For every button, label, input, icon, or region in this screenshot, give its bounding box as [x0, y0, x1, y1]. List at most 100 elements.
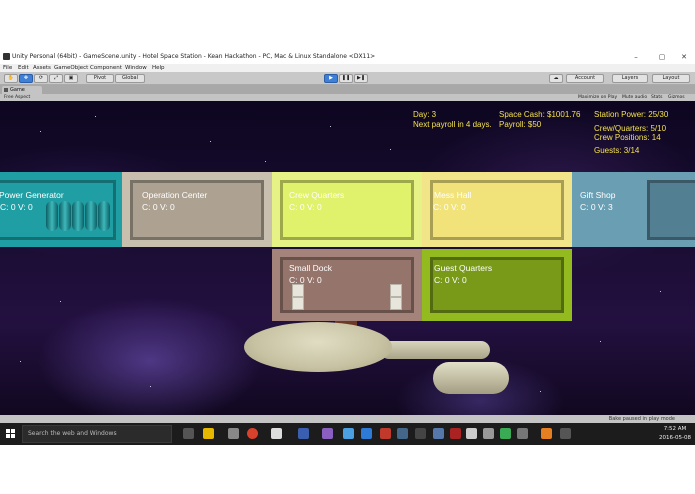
menu-edit[interactable]: Edit — [18, 65, 29, 71]
room-gift-shop[interactable]: Gift Shop C: 0 V: 3 — [572, 172, 695, 247]
status-bar: Bake paused in play mode — [0, 415, 695, 423]
pause-button[interactable]: ❚❚ — [339, 74, 353, 83]
menu-window[interactable]: Window — [125, 65, 147, 71]
window-title: Unity Personal (64bit) - GameScene.unity… — [12, 53, 376, 60]
main-toolbar: ✋ ✥ ⟳ ⤢ ▣ Pivot Global ▶ ❚❚ ▶❚ ☁ Account… — [0, 72, 695, 85]
game-viewport[interactable]: Day: 3 Next payroll in 4 days. Space Cas… — [0, 101, 695, 415]
mute-audio-toggle[interactable]: Mute audio — [622, 95, 647, 100]
store-icon[interactable] — [228, 428, 239, 439]
app-icon[interactable] — [415, 428, 426, 439]
menu-help[interactable]: Help — [152, 65, 165, 71]
room-name: Operation Center — [142, 190, 208, 200]
visual-studio-icon[interactable] — [322, 428, 333, 439]
play-button[interactable]: ▶ — [324, 74, 338, 83]
app-icon[interactable] — [560, 428, 571, 439]
star — [600, 341, 601, 342]
taskbar-date: 2016-05-08 — [659, 435, 691, 441]
menu-file[interactable]: File — [3, 65, 12, 71]
dock-crate — [390, 297, 402, 310]
menu-gameobject[interactable]: GameObject — [54, 65, 88, 71]
calculator-icon[interactable] — [466, 428, 477, 439]
star — [660, 291, 661, 292]
room-guest-quarters[interactable]: Guest Quarters C: 0 V: 0 — [422, 249, 572, 321]
task-view-icon[interactable] — [183, 428, 194, 439]
room-power-generator[interactable]: Power Generator C: 0 V: 0 — [0, 172, 122, 247]
star — [150, 386, 151, 387]
app-icon[interactable] — [380, 428, 391, 439]
layout-dropdown[interactable]: Layout — [652, 74, 690, 83]
app-icon[interactable] — [298, 428, 309, 439]
app-icon[interactable] — [433, 428, 444, 439]
room-name: Guest Quarters — [434, 263, 493, 273]
app-icon[interactable] — [541, 428, 552, 439]
app-icon[interactable] — [343, 428, 354, 439]
gizmos-toggle[interactable]: Gizmos — [668, 95, 685, 100]
hud-crew-quarters: Crew/Quarters: 5/10 — [594, 124, 667, 133]
tab-game[interactable]: Game — [2, 86, 42, 94]
rect-tool-button[interactable]: ▣ — [64, 74, 78, 83]
app-icon[interactable] — [517, 428, 528, 439]
minimize-button[interactable]: – — [625, 52, 647, 62]
steam-icon[interactable] — [397, 428, 408, 439]
game-view-icon — [4, 88, 8, 92]
star — [40, 131, 41, 132]
global-toggle[interactable]: Global — [115, 74, 145, 83]
hud-space-cash: Space Cash: $1001.76 — [499, 110, 581, 119]
settings-gear-icon[interactable] — [483, 428, 494, 439]
step-button[interactable]: ▶❚ — [354, 74, 368, 83]
hand-tool-button[interactable]: ✋ — [4, 74, 18, 83]
app-icon[interactable] — [361, 428, 372, 439]
generator-cylinder — [98, 201, 110, 231]
unity-logo-icon — [3, 53, 10, 60]
file-explorer-icon[interactable] — [203, 428, 214, 439]
hud-payroll-notice: Next payroll in 4 days. — [413, 120, 492, 129]
room-stats: C: 0 V: 0 — [289, 202, 322, 212]
pivot-toggle[interactable]: Pivot — [86, 74, 114, 83]
room-mess-hall[interactable]: Mess Hall C: 0 V: 0 — [422, 172, 572, 247]
game-tab-strip: Game — [0, 85, 695, 94]
room-crew-quarters[interactable]: Crew Quarters C: 0 V: 0 — [272, 172, 422, 247]
menu-assets[interactable]: Assets — [33, 65, 51, 71]
room-stats: C: 0 V: 0 — [289, 275, 322, 285]
room-operation-center[interactable]: Operation Center C: 0 V: 0 — [122, 172, 272, 247]
screen: Unity Personal (64bit) - GameScene.unity… — [0, 0, 695, 494]
scale-tool-button[interactable]: ⤢ — [49, 74, 63, 83]
status-message: Bake paused in play mode — [608, 416, 675, 422]
dock-crate — [390, 284, 402, 297]
hud-day: Day: 3 — [413, 110, 437, 119]
windows-taskbar: Search the web and Windows 7:52 AM 2016-… — [0, 423, 695, 445]
windows-start-icon[interactable] — [6, 429, 16, 439]
hud-station-power: Station Power: 25/30 — [594, 110, 669, 119]
menu-component[interactable]: Component — [90, 65, 122, 71]
generator-cylinder — [85, 201, 97, 231]
app-icon[interactable] — [450, 428, 461, 439]
star — [265, 161, 266, 162]
dock-crate — [292, 284, 304, 297]
menu-bar: File Edit Assets GameObject Component Wi… — [0, 64, 695, 72]
window-title-bar: Unity Personal (64bit) - GameScene.unity… — [0, 50, 695, 64]
room-small-dock[interactable]: Small Dock C: 0 V: 0 — [272, 249, 422, 321]
layers-dropdown[interactable]: Layers — [612, 74, 648, 83]
chrome-icon[interactable] — [247, 428, 258, 439]
generator-cylinder — [72, 201, 84, 231]
maximize-on-play-toggle[interactable]: Maximize on Play — [578, 95, 617, 100]
star — [390, 149, 391, 150]
stats-toggle[interactable]: Stats — [651, 95, 663, 100]
aspect-dropdown[interactable]: Free Aspect — [4, 95, 30, 100]
rotate-tool-button[interactable]: ⟳ — [34, 74, 48, 83]
account-dropdown[interactable]: Account — [566, 74, 604, 83]
room-inner-frame — [647, 180, 695, 240]
room-name: Crew Quarters — [289, 190, 345, 200]
room-name: Power Generator — [0, 190, 64, 200]
maximize-button[interactable]: ▢ — [651, 52, 673, 62]
ship-hull — [380, 341, 490, 359]
cloud-icon[interactable]: ☁ — [549, 74, 563, 83]
taskbar-search-input[interactable]: Search the web and Windows — [22, 425, 172, 443]
unity-icon[interactable] — [271, 428, 282, 439]
app-icon[interactable] — [500, 428, 511, 439]
star — [95, 116, 96, 117]
room-stats: C: 0 V: 3 — [580, 202, 613, 212]
dock-crate — [292, 297, 304, 310]
move-tool-button[interactable]: ✥ — [19, 74, 33, 83]
close-button[interactable]: ✕ — [673, 52, 695, 62]
